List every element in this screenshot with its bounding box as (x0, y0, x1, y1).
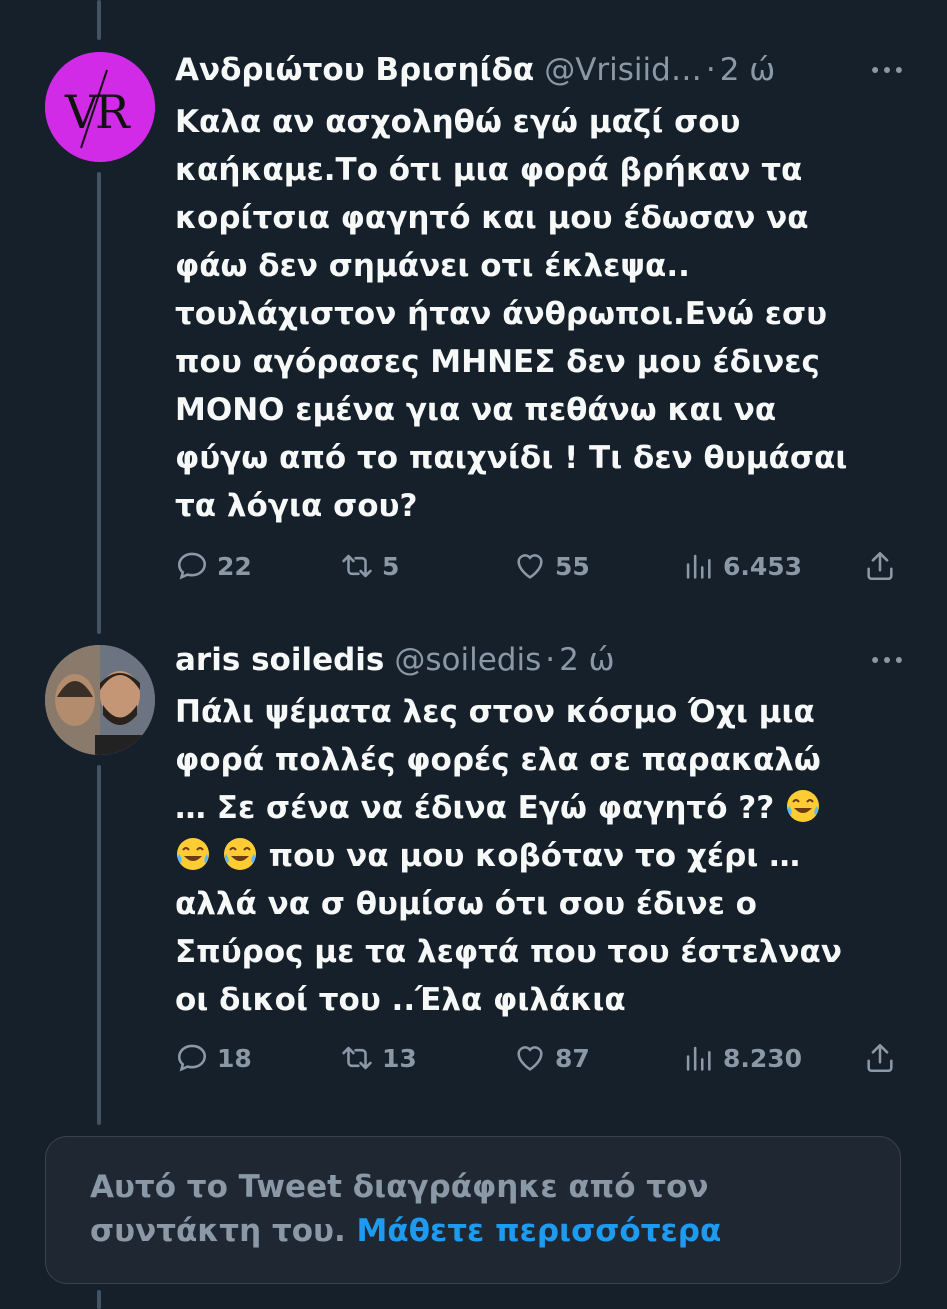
views-icon (686, 1046, 711, 1071)
avatar[interactable]: V R (45, 52, 155, 162)
reply-count: 22 (217, 551, 252, 581)
views-icon (686, 554, 711, 579)
learn-more-link[interactable]: Μάθετε περισσότερα (357, 1213, 722, 1249)
like-count: 87 (555, 1043, 590, 1073)
views-count: 6.453 (723, 551, 803, 581)
vr-logo-icon: V R (45, 52, 155, 162)
like-button[interactable]: 87 (513, 1038, 590, 1078)
tears-of-joy-emoji-icon (223, 838, 256, 870)
more-icon[interactable] (867, 640, 907, 680)
reply-button[interactable]: 18 (175, 1038, 252, 1078)
display-name[interactable]: aris soiledis (175, 642, 384, 678)
views-button[interactable]: 6.453 (681, 546, 802, 586)
tears-of-joy-emoji-icon (787, 790, 820, 822)
handle[interactable]: @Vrisiid… (544, 52, 702, 88)
tweet-text: Καλα αν ασχοληθώ εγώ μαζί σου καήκαμε.Το… (175, 104, 848, 524)
text-line: Πάλι ψέματα λες στον κόσμο Όχι μια (175, 694, 815, 730)
profile-photo-icon (45, 645, 155, 755)
retweet-count: 13 (382, 1043, 417, 1073)
tweet-1[interactable]: V R Ανδριώτου Βρισηίδα @Vrisiid… · 2 ώ Κ… (0, 0, 947, 620)
reply-count: 18 (217, 1043, 252, 1073)
tweet-header: aris soiledis @soiledis · 2 ώ (175, 640, 917, 680)
like-icon (517, 1046, 543, 1071)
views-button[interactable]: 8.230 (681, 1038, 802, 1078)
tweet-text: Πάλι ψέματα λες στον κόσμο Όχι μια φορά … (175, 688, 895, 1024)
share-button[interactable] (863, 546, 905, 586)
timestamp[interactable]: 2 ώ (559, 642, 615, 678)
action-bar: 22 5 55 6.453 (175, 546, 910, 586)
more-icon[interactable] (867, 50, 907, 90)
retweet-button[interactable]: 5 (340, 546, 399, 586)
tweet-header: Ανδριώτου Βρισηίδα @Vrisiid… · 2 ώ (175, 50, 917, 90)
retweet-icon (342, 554, 372, 578)
share-button[interactable] (863, 1038, 905, 1078)
reply-icon (177, 552, 207, 580)
like-button[interactable]: 55 (513, 546, 590, 586)
text-block: αλλά να σ θυμίσω ότι σου έδινε ο Σπύρος … (175, 886, 842, 1018)
deleted-tweet-notice: Αυτό το Tweet διαγράφηκε από τον συντάκτ… (45, 1136, 901, 1284)
retweet-icon (342, 1046, 372, 1070)
like-icon (517, 554, 543, 579)
thread-line-bottom (97, 1290, 101, 1309)
retweet-button[interactable]: 13 (340, 1038, 417, 1078)
share-icon (867, 551, 893, 581)
svg-text:R: R (95, 85, 131, 139)
text-line: φορά πολλές φορές ελα σε παρακαλώ (175, 742, 821, 778)
text-segment: που να μου κοβόταν το χέρι … (268, 838, 801, 874)
avatar[interactable] (45, 645, 155, 755)
separator-dot: · (545, 642, 556, 678)
share-icon (867, 1043, 893, 1073)
text-line-with-emoji: … Σε σένα να έδινα Εγώ φαγητό ?? (175, 784, 895, 832)
reply-button[interactable]: 22 (175, 546, 252, 586)
display-name[interactable]: Ανδριώτου Βρισηίδα (175, 52, 534, 88)
separator-dot: · (705, 52, 716, 88)
handle[interactable]: @soiledis (394, 642, 541, 678)
views-count: 8.230 (723, 1043, 803, 1073)
like-count: 55 (555, 551, 590, 581)
tears-of-joy-emoji-icon (177, 838, 209, 870)
text-segment: … Σε σένα να έδινα Εγώ φαγητό ?? (175, 790, 775, 826)
timestamp[interactable]: 2 ώ (720, 52, 776, 88)
text-line-with-emoji: που να μου κοβόταν το χέρι … (175, 832, 895, 880)
retweet-count: 5 (382, 551, 400, 581)
tweet-2[interactable]: aris soiledis @soiledis · 2 ώ Πάλι ψέματ… (0, 620, 947, 1120)
reply-icon (177, 1044, 207, 1072)
deleted-notice-text: Αυτό το Tweet διαγράφηκε από τον συντάκτ… (90, 1165, 870, 1253)
action-bar: 18 13 87 8.230 (175, 1038, 910, 1078)
